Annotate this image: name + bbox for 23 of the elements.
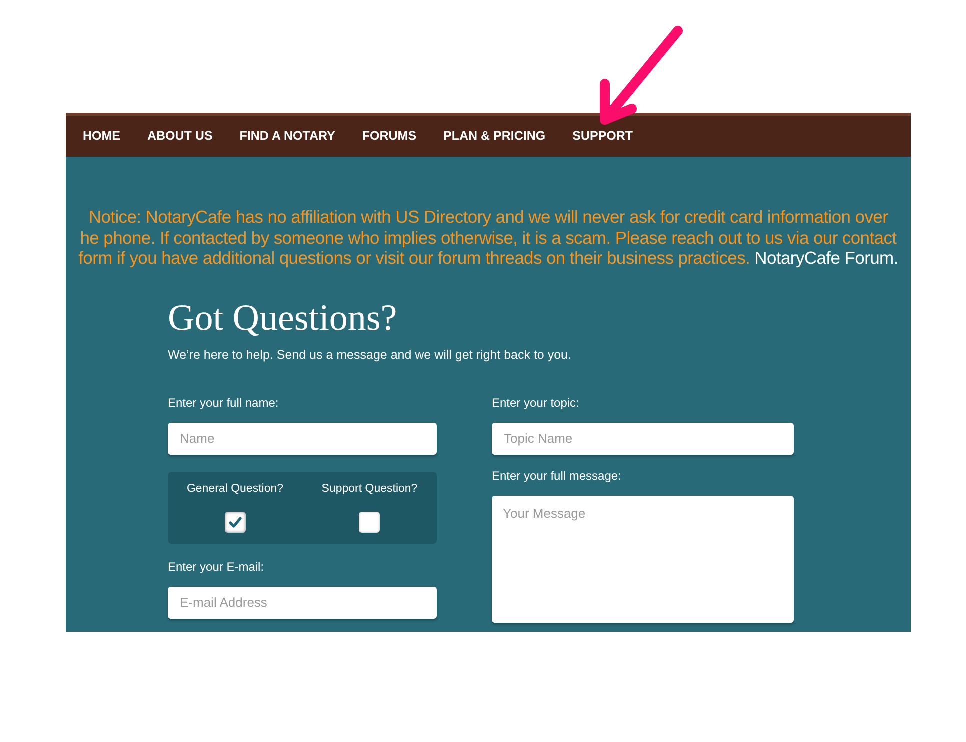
notice-text: Notice: NotaryCafe has no affiliation with US Directory and we will never ask for credit card information over he phone. If contacted by someone who implies otherwise, it is a scam. Please reach out to us via our contact form if you have additional questions or visit our forum threads on their business practices. NotaryCafe Forum.	[78, 207, 900, 268]
topic-input[interactable]: Topic Name	[492, 422, 794, 454]
nav-link[interactable]: FORUMS	[362, 127, 417, 146]
nav-link[interactable]: SUPPORT	[572, 127, 634, 146]
form-title: Got Questions?	[168, 296, 398, 340]
nav-link[interactable]: FIND A NOTARY	[240, 127, 336, 146]
name-input[interactable]: Name	[168, 422, 437, 454]
nav-link[interactable]: HOME	[83, 127, 120, 146]
forum-link[interactable]: NotaryCafe Forum.	[754, 248, 898, 268]
checkbox[interactable]	[224, 512, 246, 532]
field-label: Enter your full message:	[492, 468, 622, 484]
field-label: Enter your topic:	[492, 394, 580, 410]
checkbox-label: Support Question?	[322, 482, 418, 496]
checkbox-label: General Question?	[186, 482, 284, 496]
field-label: Enter your full name:	[168, 394, 280, 410]
field-label: Enter your E-mail:	[168, 558, 266, 574]
check-icon	[228, 516, 242, 528]
checkbox[interactable]	[359, 512, 380, 532]
form-subtitle: We’re here to help. Send us a message and we will get right back to you.	[168, 346, 572, 362]
nav-link[interactable]: ABOUT US	[148, 127, 213, 146]
nav-link[interactable]: PLAN & PRICING	[444, 127, 546, 146]
message-input[interactable]: Your Message	[492, 496, 794, 622]
email-input[interactable]: E-mail Address	[168, 586, 437, 618]
